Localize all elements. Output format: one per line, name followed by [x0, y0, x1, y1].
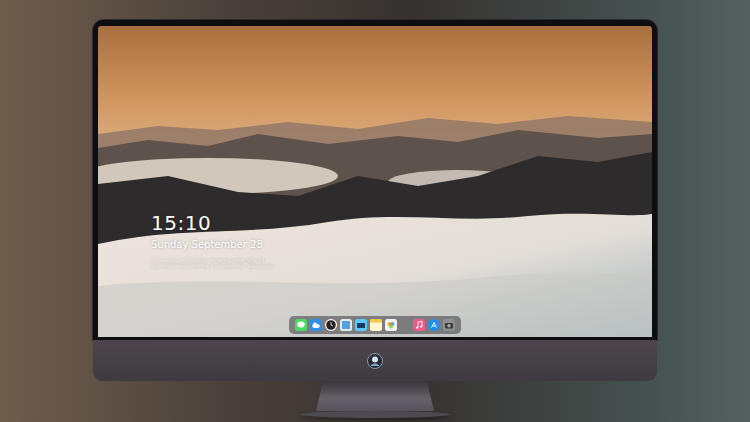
- weather-icon[interactable]: [310, 319, 322, 331]
- tagline-line: your best computer for a smarter life. R…: [151, 263, 273, 269]
- notes-icon[interactable]: [370, 319, 382, 331]
- camera-icon[interactable]: [443, 319, 455, 331]
- clock-time: 15:10: [151, 211, 273, 235]
- clock-date: Sunday September 28: [151, 238, 273, 251]
- tagline-line: Innovating technology. Amazing creativit…: [151, 257, 273, 263]
- wallpaper-photo: [98, 26, 652, 337]
- monitor-chin: [93, 340, 657, 381]
- music-icon[interactable]: [413, 319, 425, 331]
- photos-icon[interactable]: [385, 319, 397, 331]
- app-store-icon[interactable]: [428, 319, 440, 331]
- lock-clock: 15:10 Sunday September 28 Innovating tec…: [151, 211, 273, 269]
- lock-screen[interactable]: 15:10 Sunday September 28 Innovating tec…: [98, 26, 652, 337]
- tagline: Innovating technology. Amazing creativit…: [151, 257, 273, 269]
- monitor-bezel: 15:10 Sunday September 28 Innovating tec…: [93, 20, 657, 340]
- brand-logo-icon: [367, 353, 383, 369]
- finder-icon[interactable]: [340, 319, 352, 331]
- monitor-stand-neck: [316, 381, 434, 411]
- messages-icon[interactable]: [295, 319, 307, 331]
- clock-icon[interactable]: [325, 319, 337, 331]
- monitor-stand-base: [300, 411, 450, 418]
- monitor: 15:10 Sunday September 28 Innovating tec…: [93, 20, 657, 418]
- dock-separator: [400, 319, 410, 331]
- dock: [289, 316, 461, 334]
- video-icon[interactable]: [355, 319, 367, 331]
